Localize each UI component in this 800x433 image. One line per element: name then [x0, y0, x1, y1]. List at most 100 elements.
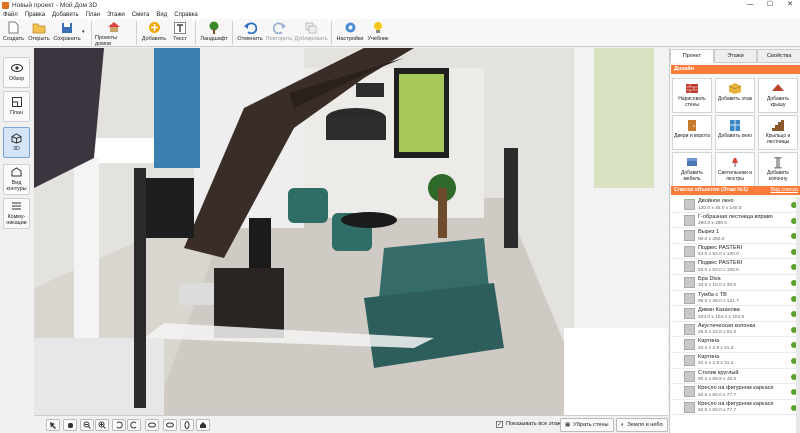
list-item[interactable]: Кресло на фигурном каркасе 62.0 x 60.0 x …: [671, 400, 800, 416]
list-item[interactable]: Подвес PASTERI 53.0 x 53.0 x 100.0: [671, 259, 800, 275]
nav-contours[interactable]: Вид контуры: [3, 164, 30, 195]
duplicate-button[interactable]: Дублировать: [294, 19, 328, 47]
design-section-header: Дизайн: [671, 65, 800, 74]
redo-label: Повторить: [265, 36, 293, 42]
draw-walls-button[interactable]: Нарисовать стены: [672, 78, 712, 113]
3d-viewport[interactable]: [34, 48, 668, 415]
stairs-button[interactable]: Крыльцо и лестницы: [758, 115, 798, 150]
earth-sky-button[interactable]: ◐ Земля и небо: [616, 418, 668, 432]
maximize-button[interactable]: ☐: [760, 0, 780, 10]
add-floor-button[interactable]: Добавить этаж: [715, 78, 755, 113]
projects-button[interactable]: Проекты домов: [95, 19, 133, 47]
item-thumbnail: [684, 323, 695, 335]
nav-contours-label: Вид контуры: [6, 179, 27, 192]
minimize-button[interactable]: —: [740, 0, 760, 10]
doors-button[interactable]: Двери и ворота: [672, 115, 712, 150]
nav-plan[interactable]: План: [3, 91, 30, 122]
tab-project[interactable]: Проект: [670, 49, 714, 63]
item-thumbnail: [684, 245, 695, 257]
item-dims: 204.0 x 104.4 x 104.5: [698, 314, 745, 320]
add-label: Добавить: [141, 36, 167, 42]
rotate-right-icon[interactable]: [127, 419, 141, 431]
lamp-icon: [732, 158, 738, 167]
redo-button[interactable]: Повторить: [264, 19, 294, 47]
list-scrollbar[interactable]: [796, 197, 800, 433]
settings-button[interactable]: Настройки: [335, 19, 365, 47]
tutorial-button[interactable]: Учебник: [365, 19, 391, 47]
toolbar-divider: [232, 21, 233, 45]
pipes-icon: [11, 202, 23, 211]
toolbar-divider: [136, 21, 137, 45]
add-column-button[interactable]: Добавить колонну: [758, 152, 798, 187]
app-logo-icon: [2, 1, 9, 9]
nav-3d[interactable]: 3D: [3, 127, 30, 158]
item-dims: 90.0 x 250.0: [698, 236, 725, 242]
lights-button[interactable]: Светильники и люстры: [715, 152, 755, 187]
save-button[interactable]: Сохранить: [52, 19, 82, 47]
menu-estimate[interactable]: Смета: [132, 12, 150, 18]
list-item[interactable]: Столик круглый 90.2 x 89.9 x 45.0: [671, 369, 800, 385]
home-view-icon[interactable]: [196, 419, 210, 431]
list-item[interactable]: Вырез 1 90.0 x 250.0: [671, 228, 800, 244]
door-icon: [688, 120, 696, 131]
menu-help[interactable]: Справка: [174, 12, 198, 18]
menu-add[interactable]: Добавить: [52, 12, 79, 18]
text-button[interactable]: Текст: [168, 19, 192, 47]
orbit-up-icon[interactable]: [145, 419, 159, 431]
list-item[interactable]: Подвес PASTERI 53.0 x 53.0 x 100.0: [671, 244, 800, 260]
add-furniture-label: Добавить мебель: [680, 170, 704, 182]
close-button[interactable]: ✕: [780, 0, 800, 10]
menu-bar: Файл Правка Добавить План Этажи Смета Ви…: [0, 10, 800, 19]
list-item[interactable]: Бра Diva 33.0 x 16.0 x 30.0: [671, 275, 800, 291]
add-furniture-button[interactable]: Добавить мебель: [672, 152, 712, 187]
undo-button[interactable]: Отменить: [236, 19, 264, 47]
item-thumbnail: [684, 230, 695, 242]
tilt-icon[interactable]: [180, 419, 194, 431]
duplicate-icon: [304, 21, 319, 34]
tab-floors[interactable]: Этажи: [713, 49, 758, 63]
item-thumbnail: [684, 214, 695, 226]
list-item[interactable]: Диван Казанова 204.0 x 104.4 x 104.5: [671, 306, 800, 322]
create-button[interactable]: Создать: [1, 19, 26, 47]
menu-view[interactable]: Вид: [156, 12, 167, 18]
pan-hand-icon[interactable]: [63, 419, 77, 431]
select-mode-icon[interactable]: [46, 419, 60, 431]
tab-properties[interactable]: Свойства: [757, 49, 800, 63]
rotate-left-icon[interactable]: [112, 419, 126, 431]
object-list: Двойное окно 130.0 x 45.0 x 140.0 Г-образ…: [671, 197, 800, 433]
orbit-down-icon[interactable]: [163, 419, 177, 431]
item-name: Вырез 1: [698, 229, 720, 236]
object-list-title: Список объектов (Этаж №1): [674, 187, 748, 193]
add-button[interactable]: Добавить: [140, 19, 168, 47]
nav-overview[interactable]: Обзор: [3, 57, 30, 88]
save-dropdown-icon[interactable]: ▾: [82, 19, 88, 35]
cube-icon: [11, 132, 23, 144]
projects-label: Проекты домов: [95, 35, 118, 47]
list-item[interactable]: Двойное окно 130.0 x 45.0 x 140.0: [671, 197, 800, 213]
show-all-floors-checkbox[interactable]: ✓: [496, 421, 503, 428]
add-window-button[interactable]: Добавить окно: [715, 115, 755, 150]
item-dims: 40.4 x 2.9 x 31.2: [698, 345, 734, 351]
menu-floors[interactable]: Этажи: [107, 12, 125, 18]
menu-plan[interactable]: План: [86, 12, 100, 18]
zoom-in-icon[interactable]: [95, 419, 109, 431]
hide-walls-button[interactable]: ▦ Убрать стены: [560, 418, 614, 432]
zoom-out-icon[interactable]: [80, 419, 94, 431]
list-item[interactable]: Картина 40.4 x 2.9 x 31.2: [671, 337, 800, 353]
house-icon: [107, 21, 122, 33]
item-thumbnail: [684, 261, 695, 273]
earth-sky-icon: ◐: [621, 422, 625, 428]
nav-communications[interactable]: Комму-никации: [3, 198, 30, 229]
list-view-link[interactable]: Вид списка: [770, 186, 798, 195]
open-button[interactable]: Открыть: [26, 19, 52, 47]
toolbar-divider: [91, 21, 92, 45]
list-item[interactable]: Акустическая колонка 26.0 x 23.0 x 92.0: [671, 322, 800, 338]
list-item[interactable]: Г-образная лестница вправо 290.0 x 290.0: [671, 213, 800, 229]
list-item[interactable]: Картина 40.4 x 2.9 x 31.2: [671, 353, 800, 369]
list-item[interactable]: Кресло на фигурном каркасе 62.0 x 60.0 x …: [671, 384, 800, 400]
menu-edit[interactable]: Правка: [25, 12, 45, 18]
add-roof-button[interactable]: Добавить крышу: [758, 78, 798, 113]
list-item[interactable]: Тумба с ТВ 98.0 x 48.0 x 121.7: [671, 291, 800, 307]
landscape-button[interactable]: Ландшафт: [199, 19, 229, 47]
menu-file[interactable]: Файл: [3, 12, 18, 18]
